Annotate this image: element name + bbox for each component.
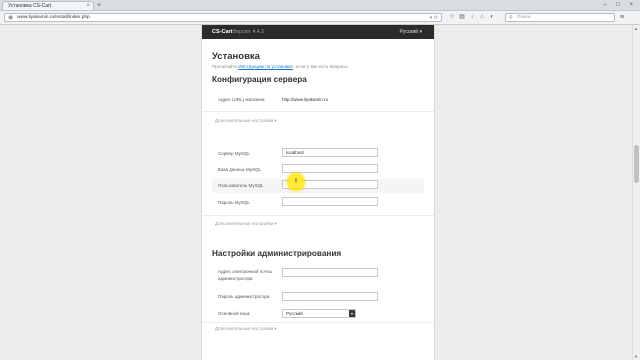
more-settings-link[interactable]: Дополнительные настройки ▾ [215,326,277,332]
browser-titlebar: Установка CS-Cart × + – □ × [0,0,640,11]
scroll-down-icon[interactable]: ▼ [634,354,638,359]
tab-title: Установка CS-Cart [8,3,52,9]
version-label: Версия: 4.4.3 [233,29,264,35]
pocket-icon[interactable]: ◐ [487,13,497,22]
chevron-down-icon: ▾ [349,310,355,317]
mysql-server-input[interactable]: localhost [282,148,378,157]
mysql-password-input[interactable] [282,197,378,206]
install-note: Прочитайте Инструкцию по установке, если… [212,64,348,69]
mysql-password-label: Пароль MySQL [218,200,250,205]
admin-email-label-2: администратора [218,276,253,281]
star-icon[interactable]: ☆ [447,13,457,22]
main-language-select[interactable]: Русский ▾ [282,309,356,318]
search-icon: ⚲ [509,15,513,21]
mysql-server-label: Сервер MySQL [218,151,250,156]
tab-close-icon[interactable]: × [86,2,90,10]
server-config-heading: Конфигурация сервера [212,75,307,84]
admin-email-input[interactable] [282,268,378,277]
reading-list-icon[interactable]: ▤ [457,13,467,22]
main-language-value: Русский [286,311,303,316]
installer-panel: CS-Cart Версия: 4.4.3 Русский ▾ Установк… [201,25,435,360]
cursor-highlight: I [287,173,305,191]
divider [202,215,434,216]
vertical-scrollbar[interactable]: ▲ ▼ [632,25,640,360]
url-text[interactable]: www.ilyakamin.ru/install/index.php [17,14,90,22]
mysql-db-input[interactable] [282,164,378,173]
window-controls[interactable]: – □ × [603,1,637,9]
language-dropdown[interactable]: Русский ▾ [400,25,422,39]
download-icon[interactable]: ↓ [467,13,477,22]
new-tab-icon[interactable]: + [97,1,101,10]
note-prefix: Прочитайте [212,64,238,69]
mysql-user-label: Пользователь MySQL [218,183,264,188]
browser-tab[interactable]: Установка CS-Cart × [2,1,94,10]
admin-password-label: Пароль администратора [218,294,270,299]
search-box[interactable]: ⚲ Поиск [505,13,615,22]
reload-icon[interactable]: ▾ ⟳ [430,14,438,22]
installer-header: CS-Cart Версия: 4.4.3 Русский ▾ [202,25,434,39]
browser-navbar: ◉ www.ilyakamin.ru/install/index.php ▾ ⟳… [0,11,640,25]
search-placeholder: Поиск [517,15,531,20]
note-suffix: , если у вас есть вопросы [292,64,348,69]
brand-logo: CS-Cart [212,29,233,35]
toolbar-icons: ☆ ▤ ↓ ⌂ ◐ [447,13,497,22]
more-settings-link[interactable]: Дополнительные настройки ▾ [215,221,277,227]
store-url-label: Адрес (URL) магазина [218,97,265,102]
more-settings-link[interactable]: Дополнительные настройки ▾ [215,118,277,124]
scroll-up-icon[interactable]: ▲ [634,26,638,31]
mysql-db-label: База данных MySQL [218,167,262,172]
address-bar[interactable]: ◉ www.ilyakamin.ru/install/index.php ▾ ⟳ [4,13,442,22]
admin-email-label-1: Адрес электронной почты [218,269,273,274]
admin-password-input[interactable] [282,292,378,301]
hamburger-menu-icon[interactable]: ≡ [620,13,624,22]
text-cursor-icon: I [295,178,297,185]
install-guide-link[interactable]: Инструкцию по установке [238,64,293,69]
admin-settings-heading: Настройки администрирования [212,249,342,258]
page-title: Установка [212,51,260,62]
scroll-thumb[interactable] [634,145,639,183]
store-url-value: http://www.ilyakamin.ru [282,97,329,102]
divider [202,322,434,323]
divider [202,111,434,112]
site-identity-icon[interactable]: ◉ [8,14,13,22]
main-language-label: Основной язык [218,311,250,316]
home-icon[interactable]: ⌂ [477,13,487,22]
